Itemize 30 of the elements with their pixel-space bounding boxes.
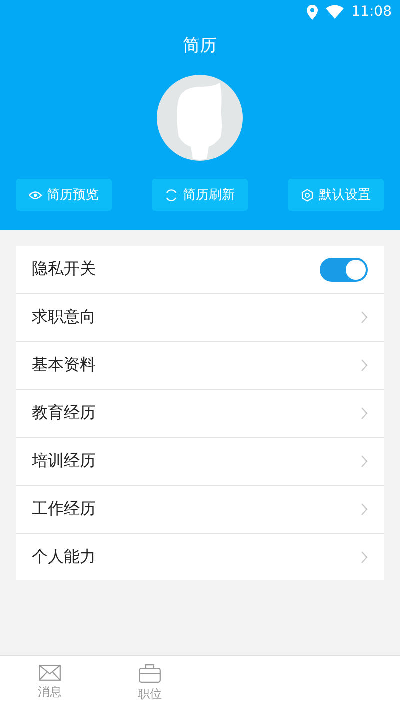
row-label: 基本资料 xyxy=(32,355,96,376)
row-label: 教育经历 xyxy=(32,403,96,424)
settings-row[interactable]: 求职意向 xyxy=(16,294,384,342)
settings-icon xyxy=(301,188,314,202)
settings-row[interactable]: 教育经历 xyxy=(16,390,384,438)
eye-icon xyxy=(29,190,42,200)
wifi-icon xyxy=(326,5,344,19)
chevron-right-icon xyxy=(361,311,368,324)
chevron-right-icon xyxy=(361,359,368,372)
settings-row[interactable]: 工作经历 xyxy=(16,486,384,534)
chevron-right-icon xyxy=(361,407,368,420)
settings-row[interactable]: 基本资料 xyxy=(16,342,384,390)
toggle-switch[interactable] xyxy=(320,258,368,282)
row-label: 求职意向 xyxy=(32,307,96,328)
clock: 11:08 xyxy=(352,4,392,20)
row-label: 个人能力 xyxy=(32,546,96,568)
row-label: 隐私开关 xyxy=(32,259,96,280)
settings-row[interactable]: 隐私开关 xyxy=(16,246,384,294)
chevron-right-icon xyxy=(361,550,368,564)
chevron-right-icon xyxy=(361,503,368,516)
page-title: 简历 xyxy=(183,35,217,57)
chevron-right-icon xyxy=(361,455,368,468)
settings-row[interactable]: 个人能力 xyxy=(16,534,384,580)
settings-row[interactable]: 培训经历 xyxy=(16,438,384,486)
mail-icon xyxy=(39,665,61,681)
location-icon xyxy=(306,4,318,20)
row-label: 培训经历 xyxy=(32,451,96,472)
briefcase-icon xyxy=(139,664,161,682)
refresh-icon xyxy=(165,188,178,202)
row-label: 工作经历 xyxy=(32,499,96,520)
